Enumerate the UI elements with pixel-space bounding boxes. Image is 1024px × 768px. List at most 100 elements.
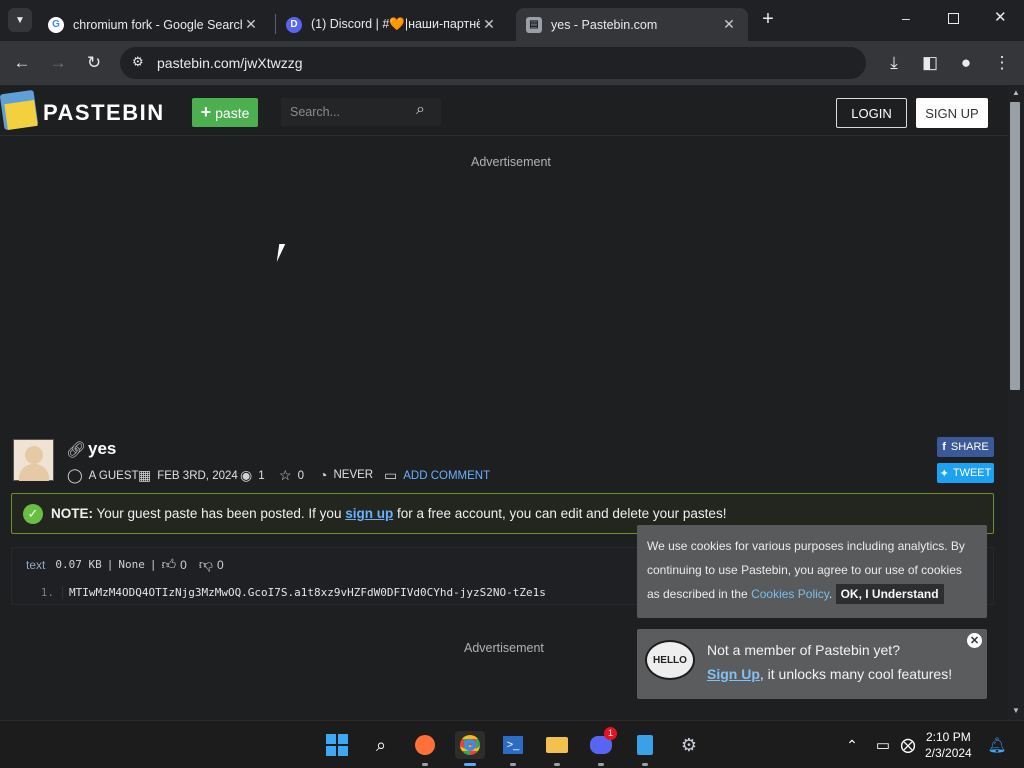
hello-bubble-icon: HELLO bbox=[645, 640, 695, 680]
chevron-up-icon[interactable]: ⌃ bbox=[838, 731, 866, 759]
forward-icon[interactable]: → bbox=[46, 51, 70, 75]
advertisement-label-bottom: Advertisement bbox=[464, 641, 544, 655]
advertisement-label: Advertisement bbox=[471, 155, 551, 169]
google-icon: G bbox=[48, 16, 64, 33]
tab-title: yes - Pastebin.com bbox=[551, 17, 658, 32]
clock-date: 2/3/2024 bbox=[925, 746, 972, 760]
thumbs-up-icon[interactable]: 👍︎ bbox=[161, 556, 176, 573]
discord-badge: 1 bbox=[604, 727, 617, 740]
discord-icon[interactable]: 1 bbox=[587, 727, 617, 759]
settings-icon[interactable]: ⚙ bbox=[675, 731, 703, 759]
new-paste-button[interactable]: + paste bbox=[192, 98, 258, 127]
file-explorer-icon[interactable] bbox=[543, 731, 571, 759]
calendar-icon: ▦ bbox=[138, 467, 152, 483]
note-label: NOTE: bbox=[51, 506, 93, 521]
network-icon[interactable]: ▭ bbox=[869, 731, 897, 759]
paste-date: ▦ FEB 3RD, 2024 bbox=[138, 467, 238, 484]
restore-icon[interactable] bbox=[948, 13, 959, 24]
close-window-icon[interactable]: ✕ bbox=[994, 8, 1007, 26]
search-icon[interactable]: ⌕ bbox=[416, 101, 425, 119]
pastebin-logo-accent bbox=[4, 100, 38, 130]
url-text[interactable]: pastebin.com/jwXtwzzg bbox=[157, 55, 303, 71]
add-comment-label[interactable]: ADD COMMENT bbox=[403, 470, 490, 482]
note-text: NOTE: Your guest paste has been posted. … bbox=[51, 506, 726, 521]
clock-time: 2:10 PM bbox=[926, 730, 971, 744]
search-input[interactable] bbox=[281, 98, 411, 126]
brand-name[interactable]: PASTEBIN bbox=[43, 100, 165, 126]
paste-views: ◉ 1 bbox=[240, 467, 265, 484]
paste-size: 0.07 KB bbox=[55, 558, 102, 571]
side-panel-icon[interactable]: ◧ bbox=[918, 51, 942, 75]
minimize-icon[interactable]: – bbox=[902, 10, 916, 26]
member-banner: HELLO Not a member of Pastebin yet? Sign… bbox=[637, 629, 987, 699]
line-number: 1. bbox=[40, 585, 54, 599]
signup-button[interactable]: SIGN UP bbox=[916, 98, 988, 128]
views-count: 1 bbox=[258, 469, 265, 482]
share-label: SHARE bbox=[950, 441, 989, 453]
dislikes-count: 0 bbox=[217, 557, 224, 572]
pastebin-page: PASTEBIN + paste ⌕ LOGIN SIGN UP Adverti… bbox=[0, 86, 1008, 720]
firefox-icon[interactable] bbox=[411, 731, 439, 759]
cookies-policy-link[interactable]: Cookies Policy bbox=[751, 587, 829, 601]
tab-discord[interactable]: D (1) Discord | #🧡|наши-партнёры ✕ bbox=[276, 8, 508, 41]
plus-icon: + bbox=[200, 102, 212, 122]
cookie-ok-button[interactable]: OK, I Understand bbox=[835, 584, 944, 604]
member-line-2: Sign Up, it unlocks many cool features! bbox=[707, 666, 953, 682]
twitter-icon: ✦ bbox=[939, 467, 949, 480]
note-signup-link[interactable]: sign up bbox=[345, 506, 393, 521]
address-bar[interactable]: ⚙ pastebin.com/jwXtwzzg bbox=[120, 47, 866, 79]
tab-search-button[interactable]: ▼ bbox=[8, 8, 32, 32]
close-tab-icon[interactable]: ✕ bbox=[720, 16, 738, 33]
paste-author[interactable]: ◯ A GUEST bbox=[67, 467, 139, 484]
close-icon[interactable]: ✕ bbox=[967, 633, 982, 648]
paste-title: yes bbox=[88, 439, 117, 458]
login-button[interactable]: LOGIN bbox=[836, 98, 907, 128]
note-text-after: for a free account, you can edit and del… bbox=[396, 506, 727, 521]
paste-stars[interactable]: ☆ 0 bbox=[279, 467, 304, 484]
tab-google-search[interactable]: G chromium fork - Google Search ✕ bbox=[38, 8, 270, 41]
close-tab-icon[interactable]: ✕ bbox=[480, 16, 498, 33]
user-icon: ◯ bbox=[67, 467, 83, 483]
thumbs-down-icon[interactable]: 👎︎ bbox=[199, 556, 213, 573]
member-signup-link[interactable]: Sign Up bbox=[707, 666, 760, 682]
search-box: ⌕ bbox=[281, 98, 441, 126]
paste-expire: ◔ NEVER bbox=[319, 467, 373, 483]
author-name[interactable]: A GUEST bbox=[89, 470, 139, 482]
scroll-down-icon[interactable]: ▼ bbox=[1012, 706, 1020, 715]
back-icon[interactable]: ← bbox=[10, 51, 34, 75]
notification-bell-icon[interactable]: 🔔︎ bbox=[983, 731, 1011, 759]
powershell-icon[interactable]: >_ bbox=[499, 731, 527, 759]
search-icon[interactable]: ⌕ bbox=[367, 731, 395, 759]
facebook-share-button[interactable]: f SHARE bbox=[937, 437, 994, 457]
scrollbar-thumb[interactable] bbox=[1010, 102, 1020, 390]
download-icon[interactable]: ⤓ bbox=[882, 51, 906, 75]
scroll-up-icon[interactable]: ▲ bbox=[1012, 88, 1020, 97]
notepad-icon[interactable] bbox=[631, 731, 659, 759]
add-comment-link[interactable]: ▭ ADD COMMENT bbox=[384, 467, 490, 484]
syntax-label[interactable]: text bbox=[26, 558, 45, 572]
reload-icon[interactable]: ↻ bbox=[82, 51, 106, 75]
paste-category: None bbox=[118, 558, 145, 571]
volume-icon[interactable]: ⨂ bbox=[894, 731, 922, 759]
site-header: PASTEBIN + paste ⌕ LOGIN SIGN UP bbox=[0, 86, 1008, 136]
stars-count: 0 bbox=[297, 469, 304, 482]
menu-icon[interactable]: ⋮ bbox=[990, 51, 1014, 75]
chrome-icon[interactable] bbox=[455, 731, 485, 759]
system-clock[interactable]: 2:10 PM 2/3/2024 bbox=[925, 729, 972, 761]
tab-pastebin[interactable]: ▤ yes - Pastebin.com ✕ bbox=[516, 8, 748, 41]
tab-title: (1) Discord | #🧡|наши-партнёры bbox=[311, 17, 480, 31]
close-tab-icon[interactable]: ✕ bbox=[242, 16, 260, 33]
star-icon[interactable]: ☆ bbox=[279, 467, 292, 484]
tab-title: chromium fork - Google Search bbox=[73, 17, 242, 32]
profile-icon[interactable]: ● bbox=[954, 51, 978, 75]
cookie-banner: We use cookies for various purposes incl… bbox=[637, 525, 987, 618]
likes-count: 0 bbox=[180, 557, 187, 572]
note-text-before: Your guest paste has been posted. If you bbox=[96, 506, 342, 521]
new-tab-icon[interactable]: + bbox=[758, 9, 778, 29]
eye-icon: ◉ bbox=[240, 467, 253, 483]
site-info-icon[interactable]: ⚙ bbox=[132, 54, 144, 70]
windows-start-icon[interactable] bbox=[323, 731, 351, 759]
twitter-tweet-button[interactable]: ✦ TWEET bbox=[937, 463, 994, 483]
line-text[interactable]: MTIwMzM4ODQ4OTIzNjg3MzMwOQ.GcoI7S.a1t8xz… bbox=[62, 585, 546, 599]
date-text: FEB 3RD, 2024 bbox=[157, 469, 238, 482]
